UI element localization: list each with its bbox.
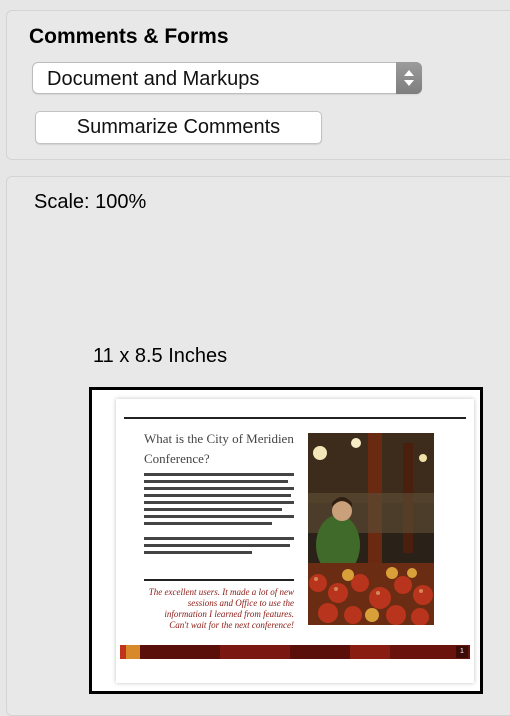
market-photo xyxy=(308,433,434,625)
comments-forms-select[interactable]: Document and Markups xyxy=(32,62,422,94)
page-preview-frame: What is the City of Meridien Conference?… xyxy=(89,387,483,694)
select-value: Document and Markups xyxy=(47,68,260,90)
summarize-comments-button[interactable]: Summarize Comments xyxy=(35,111,322,144)
preview-panel: Scale: 100% 11 x 8.5 Inches What is the … xyxy=(6,176,510,716)
select-stepper[interactable] xyxy=(396,62,422,94)
paper-size-label: 11 x 8.5 Inches xyxy=(93,345,228,367)
comments-forms-panel: Comments & Forms Document and Markups Su… xyxy=(6,10,510,160)
chevron-down-icon xyxy=(404,80,414,86)
thumbnail-heading: What is the City of Meridien Conference? xyxy=(144,431,294,466)
scale-label: Scale: 100% xyxy=(34,191,147,213)
body-text-lines xyxy=(144,473,294,558)
page-thumbnail: What is the City of Meridien Conference?… xyxy=(116,399,474,683)
chevron-up-icon xyxy=(404,70,414,76)
divider xyxy=(144,579,294,581)
section-title: Comments & Forms xyxy=(29,25,229,48)
page-number-badge: 1 xyxy=(456,646,468,658)
thumbnail-quote: The excellent users. It made a lot of ne… xyxy=(148,587,294,630)
footer-color-band xyxy=(120,645,470,659)
top-rule xyxy=(124,417,466,419)
